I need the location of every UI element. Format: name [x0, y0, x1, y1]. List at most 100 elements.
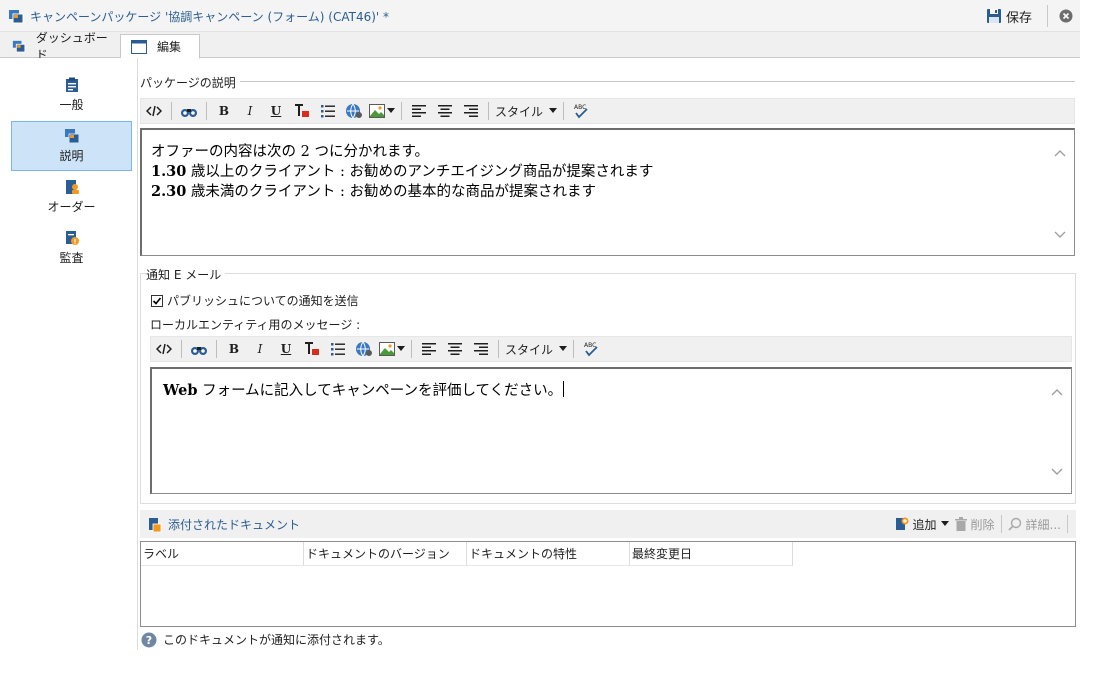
description-section-label: パッケージの説明: [140, 74, 240, 91]
sidebar-item-label: オーダー: [47, 200, 96, 214]
binoculars-icon: [191, 347, 207, 355]
sidebar-item-label: 説明: [59, 149, 84, 163]
source-code-button[interactable]: [153, 338, 175, 360]
info-message: ? このドキュメントが通知に添付されます。: [141, 631, 390, 648]
column-header-document-version[interactable]: ドキュメントのバージョン: [304, 542, 467, 566]
tab-edit-label: 編集: [157, 40, 182, 54]
align-left-button[interactable]: [418, 338, 440, 360]
insert-image-button[interactable]: [369, 100, 395, 122]
attachments-toolbar: 添付されたドキュメント 追加 削除 詳細...: [140, 510, 1076, 538]
column-header-document-property[interactable]: ドキュメントの特性: [467, 542, 630, 566]
checkmark-icon: [152, 296, 162, 305]
scroll-up-icon[interactable]: [1051, 387, 1063, 399]
text-color-icon: [295, 104, 309, 117]
chevron-down-icon: [559, 346, 567, 351]
underline-button[interactable]: U: [275, 338, 297, 360]
checkbox-label: パブリッシュについての通知を送信: [167, 294, 359, 308]
add-button[interactable]: 追加: [895, 516, 949, 533]
sidebar-item-description[interactable]: 説明: [11, 121, 132, 171]
bold-button[interactable]: B: [223, 338, 245, 360]
text-color-button[interactable]: [301, 338, 323, 360]
details-button[interactable]: 詳細...: [1007, 516, 1061, 533]
audit-icon: [65, 231, 79, 245]
italic-button[interactable]: I: [239, 100, 261, 122]
insert-image-button[interactable]: [379, 338, 405, 360]
globe-link-icon: [346, 103, 362, 119]
underline-icon: U: [280, 342, 292, 356]
message-content: Web フォームに記入してキャンペーンを評価してください。: [163, 381, 565, 399]
align-right-icon: [464, 105, 478, 117]
insert-link-button[interactable]: [353, 338, 375, 360]
description-line: 1.30 歳以上のクライアント : お勧めのアンチエイジング商品が提案されます: [151, 163, 654, 180]
delete-button[interactable]: 削除: [954, 516, 995, 533]
align-center-button[interactable]: [434, 100, 456, 122]
description-line: オファーの内容は次の 2 つに分かれます。: [151, 144, 429, 160]
tab-edit[interactable]: 編集: [120, 34, 200, 59]
publish-notification-checkbox[interactable]: パブリッシュについての通知を送信: [151, 292, 359, 309]
clipboard-icon: [65, 77, 78, 92]
scroll-down-icon[interactable]: [1054, 228, 1066, 240]
insert-link-button[interactable]: [343, 100, 365, 122]
svg-text:ABC: ABC: [584, 342, 596, 349]
window-edit-icon: [131, 39, 147, 54]
message-label: ローカルエンティティ用のメッセージ :: [150, 318, 361, 332]
sidebar: 一般 説明 オーダー 監査: [0, 58, 138, 650]
message-toolbar: B I U スタイル ABC: [150, 336, 1072, 362]
attachments-title[interactable]: 添付されたドキュメント: [148, 516, 300, 533]
column-header-label[interactable]: ラベル: [141, 542, 304, 566]
sidebar-item-order[interactable]: オーダー: [11, 172, 132, 222]
underline-icon: U: [270, 104, 282, 118]
sidebar-item-audit[interactable]: 監査: [11, 223, 132, 273]
tab-dashboard[interactable]: ダッシュボード: [2, 31, 118, 62]
spellcheck-icon: ABC: [584, 342, 598, 357]
align-left-button[interactable]: [408, 100, 430, 122]
code-icon: [146, 105, 162, 117]
attachments-table: ラベル ドキュメントのバージョン ドキュメントの特性 最終変更日: [140, 541, 1076, 627]
bullet-list-button[interactable]: [317, 100, 339, 122]
trash-icon: [954, 517, 967, 531]
package-icon: [64, 129, 79, 144]
align-right-button[interactable]: [460, 100, 482, 122]
message-editor[interactable]: Web フォームに記入してキャンペーンを評価してください。: [150, 367, 1072, 494]
spellcheck-icon: ABC: [574, 104, 588, 119]
column-header-last-modified[interactable]: 最終変更日: [630, 542, 793, 566]
checkbox-box[interactable]: [151, 294, 163, 307]
search-icon: [1007, 517, 1021, 531]
find-button[interactable]: [188, 338, 210, 360]
align-center-button[interactable]: [444, 338, 466, 360]
italic-button[interactable]: I: [249, 338, 271, 360]
find-button[interactable]: [178, 100, 200, 122]
chevron-down-icon: [549, 108, 557, 113]
text-color-button[interactable]: [291, 100, 313, 122]
text-cursor: [563, 381, 565, 397]
binoculars-icon: [181, 109, 197, 117]
add-document-icon: [895, 517, 909, 530]
source-code-button[interactable]: [143, 100, 165, 122]
italic-icon: I: [257, 342, 263, 356]
style-dropdown[interactable]: スタイル: [503, 339, 569, 359]
section-divider: [140, 81, 1075, 82]
bullet-list-button[interactable]: [327, 338, 349, 360]
scroll-down-icon[interactable]: [1051, 465, 1063, 477]
sidebar-item-general[interactable]: 一般: [11, 70, 132, 120]
italic-icon: I: [247, 104, 253, 118]
bold-button[interactable]: B: [213, 100, 235, 122]
spellcheck-button[interactable]: ABC: [570, 100, 592, 122]
style-dropdown-label: スタイル: [495, 104, 544, 119]
bullet-list-icon: [321, 105, 335, 118]
underline-button[interactable]: U: [265, 100, 287, 122]
chevron-down-icon: [940, 521, 949, 526]
dashboard-icon: [12, 40, 26, 53]
style-dropdown[interactable]: スタイル: [493, 101, 559, 121]
save-button[interactable]: 保存: [986, 6, 1032, 26]
spellcheck-button[interactable]: ABC: [580, 338, 602, 360]
align-left-icon: [412, 105, 426, 117]
style-dropdown-label: スタイル: [505, 342, 554, 357]
align-right-icon: [474, 343, 488, 355]
description-editor[interactable]: オファーの内容は次の 2 つに分かれます。 1.30 歳以上のクライアント : …: [140, 128, 1075, 256]
align-center-icon: [448, 343, 462, 355]
align-right-button[interactable]: [470, 338, 492, 360]
window-title: キャンペーンパッケージ '協調キャンペーン (フォーム) (CAT46)' *: [30, 10, 390, 24]
scroll-up-icon[interactable]: [1054, 148, 1066, 160]
close-icon[interactable]: [1059, 9, 1073, 23]
